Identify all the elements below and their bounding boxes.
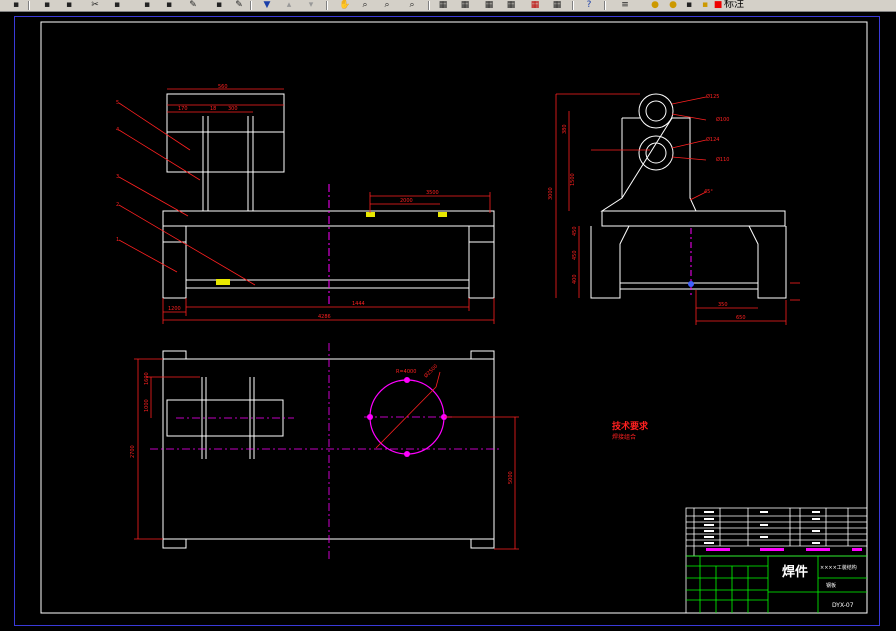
dim-h-mid: 1500 (570, 173, 576, 186)
main-body (185, 225, 470, 289)
side-dimensions (555, 93, 800, 325)
side-view (590, 93, 787, 299)
lower-bore-outer (638, 135, 674, 171)
side-right-foot (748, 225, 787, 299)
dim-slot-span: 3500 (426, 190, 439, 196)
title-part-name: 焊件 (782, 564, 808, 580)
dim-slot-width: 2000 (400, 198, 413, 204)
dim-w1: 350 (718, 302, 728, 308)
callout-1: 1 (116, 237, 119, 243)
dim-h-total: 3000 (548, 187, 554, 200)
dim-h-a: 450 (572, 226, 578, 236)
dim-h2: 1000 (144, 399, 150, 412)
dim-d1: Ø125 (706, 93, 719, 100)
title-drawing-title: ××××工装结构 (820, 564, 857, 571)
tech-requirements-line1: 焊接组合 (612, 433, 636, 441)
tech-requirements-heading: 技术要求 (612, 420, 649, 432)
dim-bolt-circle: Ø2500 (422, 363, 439, 380)
title-block (685, 507, 868, 614)
dim-circle: R=4000 (396, 369, 416, 375)
callout-5: 5 (116, 100, 119, 106)
dim-h1: 1600 (144, 372, 150, 385)
dim-h-b: 450 (572, 250, 578, 260)
fixture-lower-block (166, 131, 285, 173)
side-dimension-text: Ø125 Ø100 Ø124 Ø110 380 1500 3000 450 45… (548, 93, 746, 321)
front-weld-symbols (216, 212, 447, 285)
callout-4: 4 (116, 127, 119, 133)
top-foot-bl (162, 538, 187, 549)
side-upright (600, 117, 697, 212)
side-left-foot (590, 225, 630, 299)
fixture-upper-block (166, 93, 285, 133)
front-dimensions (118, 88, 495, 324)
top-foot-br (470, 538, 495, 549)
dim-left-offset: 170 (178, 106, 188, 112)
dim-inner-width: 300 (228, 106, 238, 112)
cad-drawing-canvas[interactable]: 560 170 18 300 3500 2000 1200 1444 4286 … (0, 0, 896, 631)
side-bolt-marker (688, 281, 694, 287)
title-drawing-number: DYX-07 (832, 602, 854, 609)
dim-h-c: 400 (572, 274, 578, 284)
front-dimension-text: 560 170 18 300 3500 2000 1200 1444 4286 … (116, 84, 439, 320)
dim-foot-width: 1200 (168, 306, 181, 312)
dim-h-top: 380 (562, 124, 568, 134)
callout-3: 3 (116, 174, 119, 180)
top-foot-tl (162, 350, 187, 360)
top-dimensions (134, 358, 519, 550)
dim-w2: 650 (736, 315, 746, 321)
top-foot-tr (470, 350, 495, 360)
upper-bore-inner (645, 100, 667, 122)
left-leg (162, 225, 187, 299)
side-top-plate (601, 210, 786, 227)
title-block-magenta-marks (706, 548, 862, 551)
dim-angle: 45° (704, 189, 713, 195)
dim-d4: Ø110 (716, 156, 729, 163)
dim-d2: Ø100 (716, 116, 729, 123)
dim-top-width: 560 (218, 84, 228, 90)
dim-d3: Ø124 (706, 136, 719, 143)
lower-bore-inner (645, 142, 667, 164)
dim-gap: 18 (210, 106, 216, 112)
callout-2: 2 (116, 202, 119, 208)
dim-h-right: 5000 (508, 471, 514, 484)
dim-overall: 4286 (318, 314, 331, 320)
top-view (162, 350, 495, 549)
dim-h-total: 2700 (130, 445, 136, 458)
right-leg (468, 225, 495, 299)
top-dimension-text: 1600 1000 2700 R=4000 Ø2500 5000 (130, 363, 514, 484)
upper-bore-outer (638, 93, 674, 129)
dim-span: 1444 (352, 301, 365, 307)
title-material: 钢板 (826, 582, 836, 589)
